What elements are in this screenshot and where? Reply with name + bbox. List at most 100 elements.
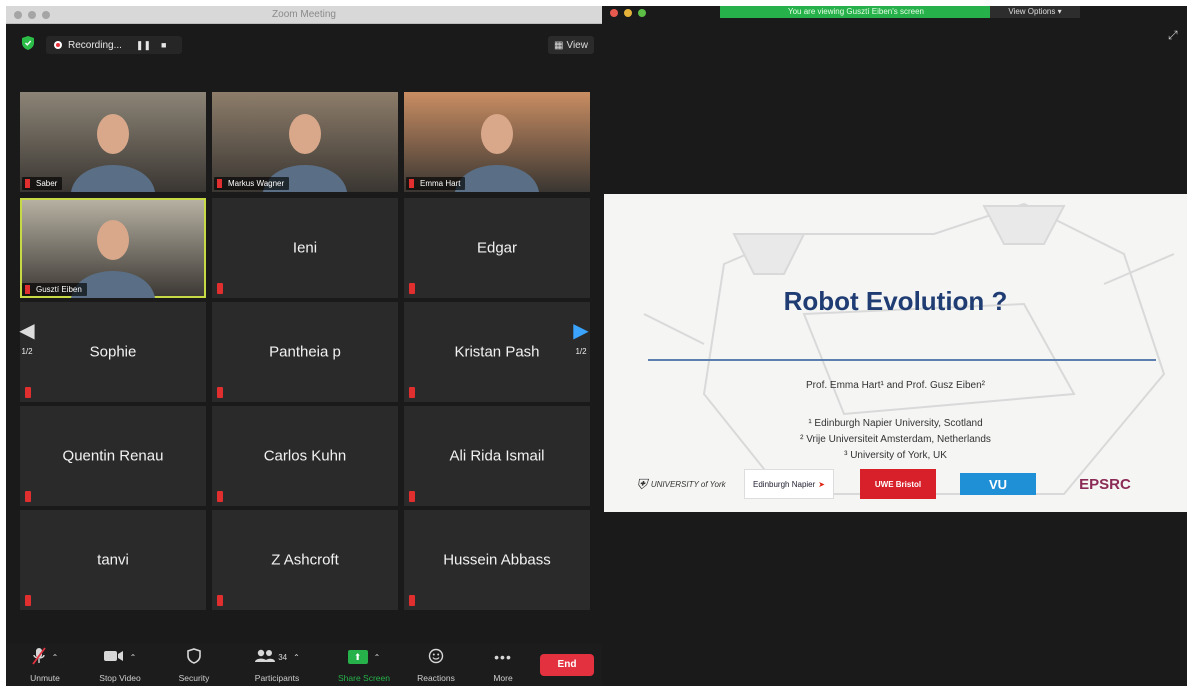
- participant-name: Gusztí Eiben: [36, 285, 82, 294]
- participants-icon: [254, 649, 276, 666]
- pause-recording-button[interactable]: ❚❚: [136, 40, 151, 51]
- minimize-share-window-button[interactable]: [624, 9, 632, 17]
- napier-logo: Edinburgh Napier ➤: [744, 469, 834, 499]
- participant-name: Quentin Renau: [62, 447, 164, 465]
- participant-tile[interactable]: Ieni: [212, 198, 398, 298]
- york-crest-icon: ⛨: [636, 475, 647, 492]
- participant-name-label: Markus Wagner: [214, 177, 290, 190]
- recording-dot-icon: [54, 41, 62, 49]
- grid-view-icon: ▦: [554, 39, 564, 51]
- stop-recording-button[interactable]: ■: [161, 40, 166, 50]
- muted-mic-icon: [25, 179, 30, 188]
- page-indicator-left: 1/2: [21, 347, 33, 356]
- share-screen-button[interactable]: ⬆ ⌃ Share Screen: [328, 646, 400, 683]
- participant-tile[interactable]: Kristan Pash: [404, 302, 590, 402]
- participant-name: Ali Rida Ismail: [449, 447, 545, 465]
- participant-tile[interactable]: Edgar: [404, 198, 590, 298]
- security-label: Security: [178, 673, 210, 683]
- view-options-dropdown[interactable]: View Options ▾: [990, 6, 1080, 18]
- participant-name: tanvi: [97, 551, 129, 569]
- reactions-label: Reactions: [417, 673, 455, 683]
- security-shield-outline-icon: [187, 647, 201, 667]
- share-options-chevron-icon[interactable]: ⌃: [374, 653, 381, 662]
- participant-tile[interactable]: Hussein Abbass: [404, 510, 590, 610]
- viewing-screen-banner: You are viewing Gusztí Eiben's screen: [720, 6, 992, 18]
- participants-button[interactable]: 34 ⌃ Participants: [242, 646, 312, 683]
- participant-name: Emma Hart: [420, 179, 461, 188]
- muted-mic-icon: [25, 285, 30, 294]
- audio-options-chevron-icon[interactable]: ⌃: [52, 653, 59, 662]
- view-button[interactable]: ▦ View: [548, 36, 594, 54]
- participant-tile[interactable]: Pantheia p: [212, 302, 398, 402]
- muted-mic-icon: [217, 491, 223, 502]
- title-bar: Zoom Meeting: [6, 6, 602, 24]
- participant-tile[interactable]: Ali Rida Ismail: [404, 406, 590, 506]
- participant-name: Sophie: [89, 343, 137, 361]
- security-button[interactable]: Security: [166, 646, 222, 683]
- muted-mic-icon: [409, 491, 415, 502]
- participants-options-chevron-icon[interactable]: ⌃: [293, 653, 300, 662]
- participant-tile[interactable]: Saber: [20, 92, 206, 192]
- recording-indicator: Recording... ❚❚ ■: [46, 36, 182, 54]
- muted-mic-icon: [409, 595, 415, 606]
- participants-count: 34: [278, 652, 288, 662]
- participant-tile[interactable]: Carlos Kuhn: [212, 406, 398, 506]
- participant-name: Pantheia p: [269, 343, 341, 361]
- page-indicator-right: 1/2: [575, 347, 587, 356]
- stop-video-button[interactable]: ⌃ Stop Video: [90, 646, 150, 683]
- recording-label: Recording...: [68, 39, 122, 51]
- york-logo: ⛨ UNIVERSITY of York: [636, 475, 726, 492]
- epsrc-logo: EPSRC: [1079, 475, 1131, 493]
- muted-mic-icon: [25, 491, 31, 502]
- slide-authors: Prof. Emma Hart¹ and Prof. Gusz Eiben²: [806, 380, 985, 391]
- share-screen-arrow-icon: ⬆: [347, 650, 368, 664]
- participant-tile[interactable]: Gusztí Eiben: [20, 198, 206, 298]
- unmute-button[interactable]: ⌃ Unmute: [18, 646, 72, 683]
- more-label: More: [493, 673, 513, 683]
- security-shield-icon[interactable]: [22, 36, 36, 52]
- next-page-button[interactable]: ▶ 1/2: [568, 304, 594, 372]
- affiliation-line: ³ University of York, UK: [844, 450, 947, 461]
- reactions-smiley-icon: [428, 648, 444, 667]
- previous-page-button[interactable]: ◀ 1/2: [14, 304, 40, 372]
- participant-name: Edgar: [476, 239, 518, 257]
- participant-name-label: Emma Hart: [406, 177, 466, 190]
- close-share-window-button[interactable]: [610, 9, 618, 17]
- participant-name: Markus Wagner: [228, 179, 285, 188]
- muted-mic-icon: [25, 595, 31, 606]
- expand-fullscreen-icon[interactable]: ⤢: [1168, 28, 1178, 43]
- muted-microphone-icon: [31, 646, 46, 668]
- participant-tile[interactable]: Quentin Renau: [20, 406, 206, 506]
- participant-tile[interactable]: Z Ashcroft: [212, 510, 398, 610]
- muted-mic-icon: [217, 387, 223, 398]
- zoom-meeting-window: Zoom Meeting Recording... ❚❚ ■ ▦ View Sa…: [6, 6, 602, 686]
- muted-mic-icon: [217, 283, 223, 294]
- participant-tile[interactable]: tanvi: [20, 510, 206, 610]
- window-title: Zoom Meeting: [272, 9, 336, 20]
- slide-title: Robot Evolution ?: [783, 286, 1008, 316]
- participant-tile[interactable]: Markus Wagner: [212, 92, 398, 192]
- participant-tile[interactable]: Sophie: [20, 302, 206, 402]
- more-button[interactable]: ••• More: [480, 646, 526, 683]
- chevron-right-icon: ▶: [573, 320, 589, 342]
- participant-name: Ieni: [292, 239, 318, 257]
- vu-logo: VU: [960, 473, 1036, 495]
- share-screen-label: Share Screen: [338, 673, 390, 683]
- shared-screen-window: You are viewing Gusztí Eiben's screen Vi…: [602, 6, 1187, 686]
- view-label: View: [566, 39, 588, 51]
- participant-name-label: Gusztí Eiben: [22, 283, 87, 296]
- participants-label: Participants: [254, 673, 300, 683]
- affiliation-line: ² Vrije Universiteit Amsterdam, Netherla…: [800, 434, 991, 445]
- participant-name-label: Saber: [22, 177, 63, 190]
- muted-mic-icon: [217, 595, 223, 606]
- video-camera-icon: [103, 649, 124, 665]
- participant-tile[interactable]: Emma Hart: [404, 92, 590, 192]
- end-meeting-button[interactable]: End: [540, 654, 594, 676]
- uwe-bristol-logo: UWE Bristol: [860, 469, 936, 499]
- screen: Zoom Meeting Recording... ❚❚ ■ ▦ View Sa…: [0, 0, 1187, 686]
- reactions-button[interactable]: Reactions: [408, 646, 464, 683]
- zoom-share-window-button[interactable]: [638, 9, 646, 17]
- participant-name: Hussein Abbass: [443, 551, 551, 569]
- video-options-chevron-icon[interactable]: ⌃: [130, 653, 137, 662]
- muted-mic-icon: [409, 387, 415, 398]
